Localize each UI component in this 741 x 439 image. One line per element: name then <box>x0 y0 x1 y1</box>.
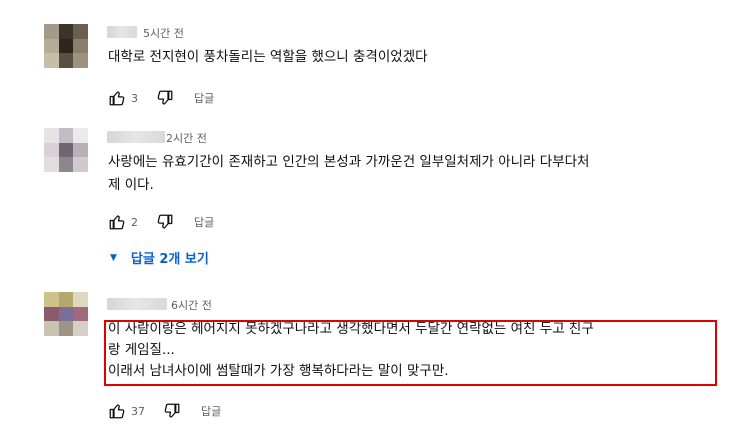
thumbs-up-icon[interactable] <box>108 402 126 420</box>
comment-actions: 2 답글 <box>108 212 214 232</box>
thumbs-down-icon[interactable] <box>163 402 181 420</box>
view-replies-button[interactable]: ▼ 답글 2개 보기 <box>110 248 209 267</box>
comment-text: 대학로 전지현이 풍차돌리는 역할을 했으니 충격이었겠다 <box>108 49 428 65</box>
avatar[interactable] <box>44 128 88 172</box>
comment-text: 사랑에는 유효기간이 존재하고 인간의 본성과 가까운건 일부일처제가 아니라 … <box>108 154 590 193</box>
author-name[interactable] <box>107 131 165 143</box>
comment-actions: 3 답글 <box>108 88 214 108</box>
author-name[interactable] <box>107 298 167 310</box>
like-count: 3 <box>131 91 138 105</box>
reply-button[interactable]: 답글 <box>201 403 221 419</box>
highlight-box <box>104 320 717 386</box>
avatar[interactable] <box>44 24 88 68</box>
like-count: 2 <box>131 215 138 229</box>
reply-button[interactable]: 답글 <box>194 214 214 230</box>
comment-time[interactable]: 6시간 전 <box>171 297 212 313</box>
thumbs-up-icon[interactable] <box>108 213 126 231</box>
comment-time[interactable]: 2시간 전 <box>166 130 207 146</box>
author-name[interactable] <box>107 26 137 38</box>
avatar[interactable] <box>44 292 88 336</box>
thumbs-up-icon[interactable] <box>108 89 126 107</box>
thumbs-down-icon[interactable] <box>156 213 174 231</box>
caret-down-icon: ▼ <box>110 252 117 263</box>
reply-button[interactable]: 답글 <box>194 90 214 106</box>
like-count: 37 <box>131 404 145 418</box>
thumbs-down-icon[interactable] <box>156 89 174 107</box>
comment-actions: 37 답글 <box>108 401 221 421</box>
comment-time[interactable]: 5시간 전 <box>143 25 184 41</box>
view-replies-label: 답글 2개 보기 <box>130 252 209 267</box>
